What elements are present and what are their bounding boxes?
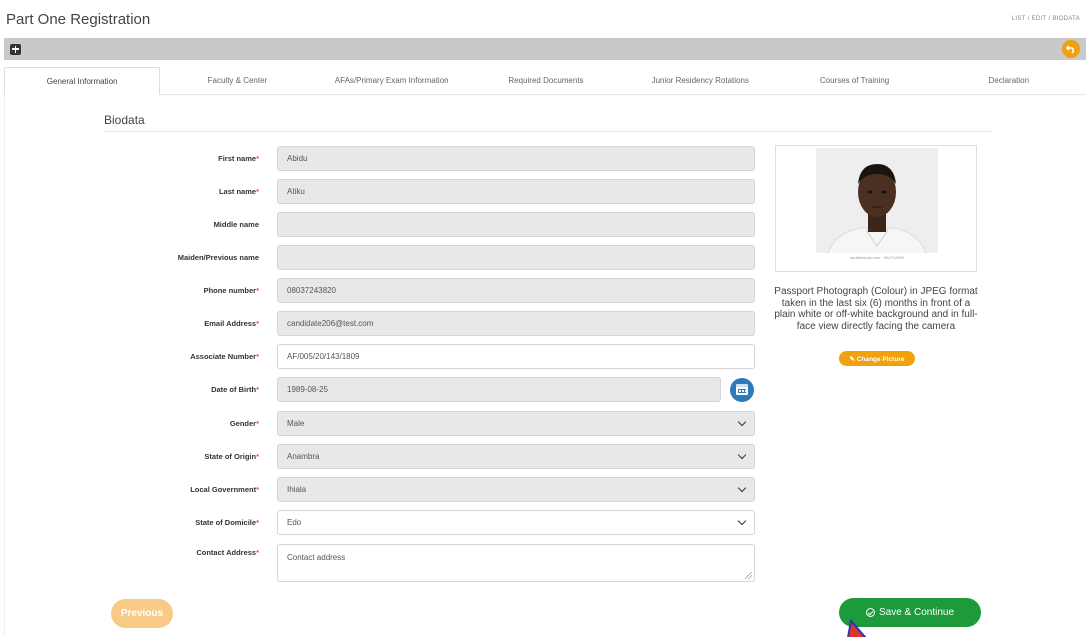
contact-address-input[interactable]: Contact address	[277, 544, 755, 582]
photo-instructions: Passport Photograph (Colour) in JPEG for…	[774, 286, 978, 332]
section-divider	[104, 131, 992, 132]
row-phone: Phone number* 08037243820	[5, 278, 765, 303]
row-email: Email Address* candidate206@test.com	[5, 311, 765, 336]
row-gender: Gender* Male	[5, 411, 765, 436]
photo-watermark: shutterstock.com · 504712006	[816, 253, 938, 262]
row-contact-address: Contact Address* Contact address	[5, 544, 765, 582]
phone-label: Phone number	[203, 286, 257, 295]
associate-number-field[interactable]: AF/005/20/143/1809	[277, 344, 755, 369]
previous-button[interactable]: Previous	[111, 599, 173, 628]
state-origin-value: Anambra	[287, 452, 320, 461]
middle-name-label: Middle name	[213, 220, 259, 229]
row-dob: Date of Birth* 1989-08-25	[5, 377, 765, 402]
associate-number-label: Associate Number	[190, 352, 257, 361]
maiden-name-label: Maiden/Previous name	[177, 253, 259, 262]
state-domicile-value: Edo	[287, 518, 302, 527]
date-picker-button[interactable]	[730, 377, 754, 402]
last-name-field[interactable]: Atiku	[277, 179, 755, 204]
chevron-down-icon	[737, 483, 747, 493]
chevron-down-icon	[737, 417, 747, 427]
row-last-name: Last name* Atiku	[5, 179, 765, 204]
pointer-arrow-icon	[847, 618, 867, 637]
state-origin-select[interactable]: Anambra	[277, 444, 755, 469]
contact-address-label: Contact Address	[196, 548, 257, 557]
row-middle-name: Middle name	[5, 212, 765, 237]
email-label: Email Address	[204, 319, 257, 328]
tab-courses-of-training[interactable]: Courses of Training	[777, 67, 931, 94]
resize-handle-icon[interactable]	[745, 572, 752, 579]
tab-afas-primary-exam[interactable]: AFAs/Primary Exam Information	[315, 67, 469, 94]
dob-label: Date of Birth	[211, 385, 257, 394]
chevron-down-icon	[737, 516, 747, 526]
breadcrumb-edit[interactable]: EDIT	[1032, 16, 1047, 22]
tab-bar: General Information Faculty & Center AFA…	[4, 67, 1086, 95]
row-associate-number: Associate Number* AF/005/20/143/1809	[5, 344, 765, 369]
calendar-icon	[736, 384, 748, 395]
maiden-name-field[interactable]	[277, 245, 755, 270]
state-domicile-select[interactable]: Edo	[277, 510, 755, 535]
chevron-down-icon	[737, 450, 747, 460]
gender-label: Gender	[229, 419, 257, 428]
gender-value: Male	[287, 419, 305, 428]
tab-junior-residency[interactable]: Junior Residency Rotations	[623, 67, 777, 94]
contact-address-placeholder: Contact address	[287, 553, 346, 562]
page-title: Part One Registration	[6, 10, 151, 28]
row-state-origin: State of Origin* Anambra	[5, 444, 765, 469]
person-portrait-icon	[816, 148, 938, 262]
breadcrumb-biodata: BIODATA	[1052, 16, 1080, 22]
tab-faculty-center[interactable]: Faculty & Center	[160, 67, 314, 94]
last-name-label: Last name	[218, 187, 257, 196]
page-header: Part One Registration LIST / EDIT / BIODATA	[0, 0, 1090, 38]
local-government-label: Local Government	[190, 485, 257, 494]
email-field[interactable]: candidate206@test.com	[277, 311, 755, 336]
phone-field[interactable]: 08037243820	[277, 278, 755, 303]
row-state-domicile: State of Domicile* Edo	[5, 510, 765, 535]
first-name-field[interactable]: Abidu	[277, 146, 755, 171]
tab-declaration[interactable]: Declaration	[932, 67, 1086, 94]
local-government-value: Ihiala	[287, 485, 307, 494]
breadcrumb-list[interactable]: LIST	[1012, 16, 1026, 22]
toolbar	[4, 38, 1086, 60]
row-maiden-name: Maiden/Previous name	[5, 245, 765, 270]
first-name-label: First name	[218, 154, 257, 163]
back-button[interactable]	[1062, 40, 1080, 58]
plus-icon[interactable]	[10, 43, 21, 55]
state-domicile-label: State of Domicile	[195, 518, 257, 527]
local-government-select[interactable]: Ihiala	[277, 477, 755, 502]
biodata-form: Biodata First name* Abidu Last name* Ati…	[4, 95, 1086, 637]
breadcrumb: LIST / EDIT / BIODATA	[1011, 16, 1080, 22]
dob-field[interactable]: 1989-08-25	[277, 377, 721, 402]
undo-icon	[1066, 45, 1075, 54]
gender-select[interactable]: Male	[277, 411, 755, 436]
tab-required-documents[interactable]: Required Documents	[469, 67, 623, 94]
passport-photo: shutterstock.com · 504712006	[816, 148, 938, 262]
row-local-government: Local Government* Ihiala	[5, 477, 765, 502]
state-origin-label: State of Origin	[204, 452, 257, 461]
middle-name-field[interactable]	[277, 212, 755, 237]
change-picture-button[interactable]: ✎ Change Picture	[839, 351, 915, 366]
tab-general-information[interactable]: General Information	[4, 67, 161, 95]
row-first-name: First name* Abidu	[5, 146, 765, 171]
section-title: Biodata	[104, 113, 145, 127]
passport-photo-frame: shutterstock.com · 504712006	[775, 145, 977, 272]
